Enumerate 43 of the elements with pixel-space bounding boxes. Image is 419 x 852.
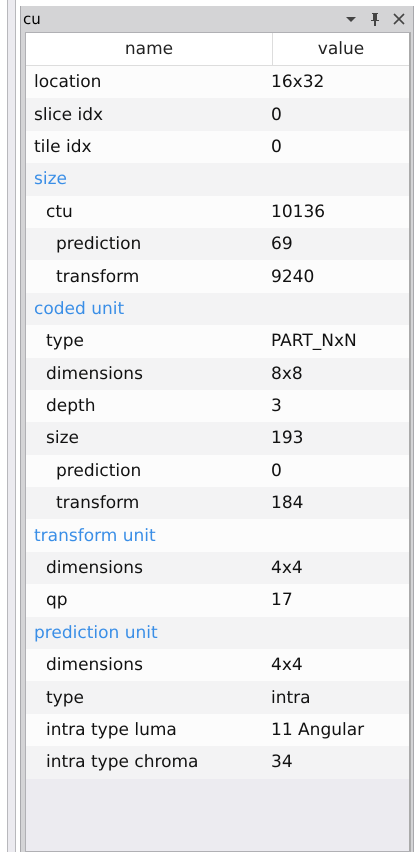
property-name: dimensions — [46, 364, 143, 384]
property-name: prediction — [56, 460, 142, 481]
property-name: ctu — [46, 202, 73, 222]
property-name: intra type luma — [46, 720, 177, 740]
property-value: 69 — [271, 234, 293, 254]
group-label[interactable]: transform unit — [34, 526, 156, 546]
property-value: 193 — [271, 428, 304, 448]
property-value: intra — [271, 688, 311, 708]
property-value: 9240 — [271, 266, 314, 287]
property-name: tile idx — [34, 136, 92, 157]
property-name: slice idx — [34, 104, 104, 125]
property-name: transform — [56, 266, 140, 287]
property-value: PART_NxN — [271, 331, 357, 352]
property-value: 4x4 — [271, 655, 303, 676]
property-value: 17 — [271, 590, 293, 610]
group-label[interactable]: size — [34, 169, 67, 190]
property-name: qp — [46, 590, 68, 610]
property-name: intra type chroma — [46, 752, 198, 772]
property-name: location — [34, 72, 102, 92]
property-value: 8x8 — [271, 364, 303, 384]
property-value: 10136 — [271, 202, 326, 222]
column-header[interactable]: name — [26, 33, 273, 65]
property-name: type — [46, 688, 84, 708]
property-name: transform — [56, 493, 140, 514]
property-value: 11 Angular — [271, 720, 364, 740]
property-value: 34 — [271, 752, 293, 772]
close-icon[interactable] — [391, 11, 407, 27]
property-name: size — [46, 428, 79, 448]
property-value: 0 — [271, 136, 282, 157]
property-name: prediction — [56, 234, 142, 254]
column-header[interactable]: value — [273, 33, 409, 65]
property-value: 0 — [271, 460, 282, 481]
property-name: dimensions — [46, 558, 143, 578]
property-value: 4x4 — [271, 558, 303, 578]
property-name: depth — [46, 396, 96, 416]
property-value: 184 — [271, 493, 304, 514]
property-value: 16x32 — [271, 72, 324, 92]
property-name: type — [46, 331, 84, 352]
property-value: 3 — [271, 396, 282, 416]
property-value: 0 — [271, 104, 282, 125]
property-name: dimensions — [46, 655, 143, 676]
panel-title: cu — [23, 10, 42, 28]
group-label[interactable]: coded unit — [34, 298, 124, 319]
